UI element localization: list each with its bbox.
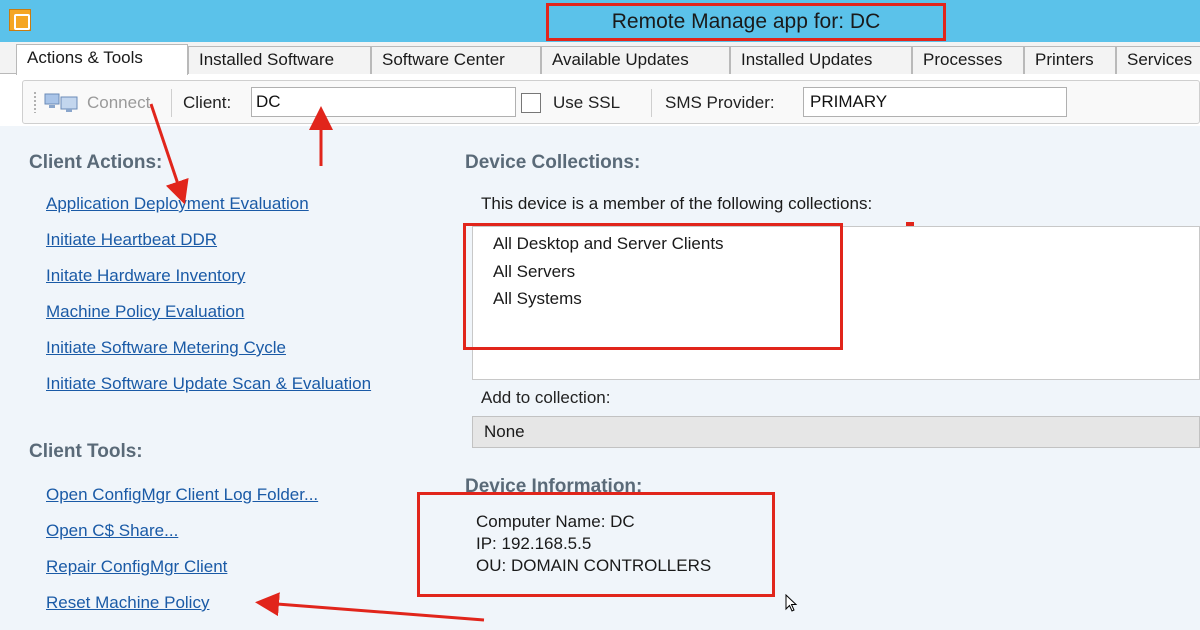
sms-provider-input[interactable] [803, 87, 1067, 117]
tab-services[interactable]: Services [1116, 46, 1200, 74]
tab-available-updates[interactable]: Available Updates [541, 46, 730, 74]
link-application-deployment-evaluation[interactable]: Application Deployment Evaluation [46, 194, 309, 214]
add-to-collection-label: Add to collection: [481, 388, 611, 407]
tab-installed-updates[interactable]: Installed Updates [730, 46, 912, 74]
client-actions-title: Client Actions: [29, 152, 163, 173]
tab-installed-software[interactable]: Installed Software [188, 46, 371, 74]
link-hardware-inventory[interactable]: Initate Hardware Inventory [46, 266, 245, 286]
tab-software-center[interactable]: Software Center [371, 46, 541, 74]
use-ssl-checkbox[interactable] [521, 93, 541, 113]
link-software-update-scan[interactable]: Initiate Software Update Scan & Evaluati… [46, 374, 371, 394]
toolbar-separator [171, 89, 172, 117]
link-machine-policy-evaluation[interactable]: Machine Policy Evaluation [46, 302, 244, 322]
client-tools-title: Client Tools: [29, 441, 143, 462]
window-title: Remote Manage app for: DC [546, 3, 946, 41]
client-label: Client: [183, 93, 232, 112]
link-initiate-heartbeat-ddr[interactable]: Initiate Heartbeat DDR [46, 230, 217, 250]
app-icon[interactable] [9, 9, 31, 31]
link-software-metering-cycle[interactable]: Initiate Software Metering Cycle [46, 338, 286, 358]
device-collections-title: Device Collections: [465, 152, 641, 173]
tab-printers[interactable]: Printers [1024, 46, 1116, 74]
link-open-c-share[interactable]: Open C$ Share... [46, 521, 178, 541]
tab-strip: Actions & Tools Installed Software Softw… [0, 42, 1200, 75]
tab-processes[interactable]: Processes [912, 46, 1024, 74]
mouse-cursor-icon [785, 594, 798, 612]
link-repair-client[interactable]: Repair ConfigMgr Client [46, 557, 227, 577]
toolbar-separator [651, 89, 652, 117]
main-panel: Client Actions: Application Deployment E… [0, 126, 1200, 630]
add-to-collection-select[interactable]: None [472, 416, 1200, 448]
device-info-highlight-box [417, 492, 775, 597]
collections-highlight-box [463, 223, 843, 350]
use-ssl-label: Use SSL [553, 93, 621, 112]
sms-provider-label: SMS Provider: [665, 93, 775, 112]
link-reset-machine-policy[interactable]: Reset Machine Policy [46, 593, 209, 613]
client-input[interactable] [251, 87, 516, 117]
collections-description: This device is a member of the following… [481, 194, 873, 213]
title-bar: Remote Manage app for: DC [0, 0, 1200, 42]
toolbar: Connect Client: Use SSL SMS Provider: [22, 80, 1200, 124]
tab-actions-tools[interactable]: Actions & Tools [16, 44, 188, 75]
link-open-client-log-folder[interactable]: Open ConfigMgr Client Log Folder... [46, 485, 318, 505]
toolbar-grip[interactable] [33, 91, 37, 113]
connect-button[interactable]: Connect [87, 93, 150, 113]
